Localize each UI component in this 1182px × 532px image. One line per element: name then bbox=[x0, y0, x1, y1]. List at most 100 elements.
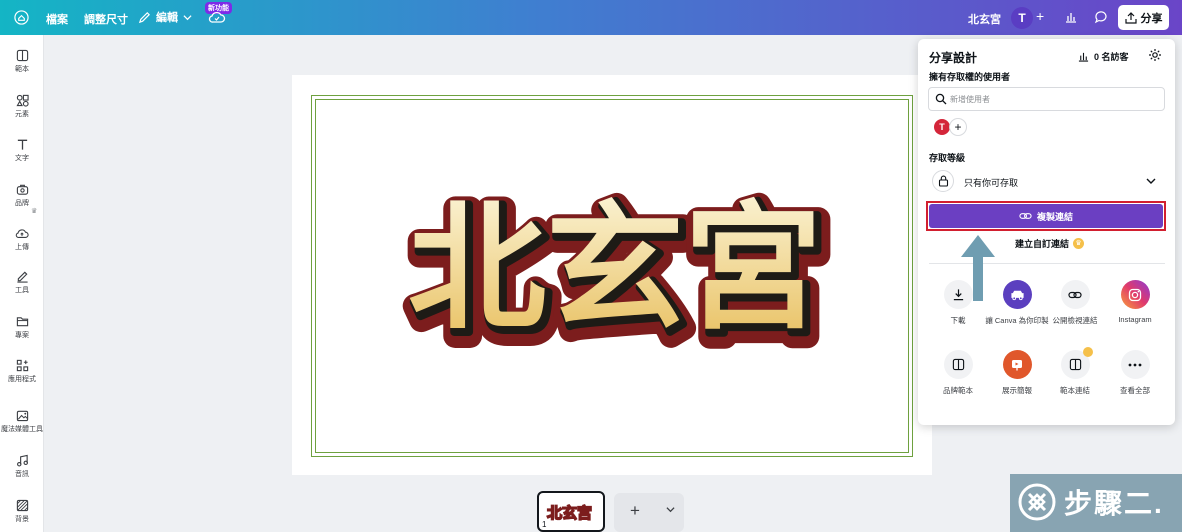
option-label: Instagram bbox=[1118, 315, 1152, 324]
comment-icon[interactable] bbox=[1094, 10, 1108, 24]
sidebar-item-magic-media[interactable]: 魔法媒體工具 bbox=[0, 409, 44, 434]
magic-media-icon bbox=[16, 410, 28, 422]
share-option-see-all[interactable]: 查看全部 bbox=[1100, 350, 1170, 396]
edit-menu[interactable]: 編輯 bbox=[138, 9, 192, 25]
chevron-down-icon[interactable] bbox=[666, 505, 675, 514]
draw-icon bbox=[16, 271, 28, 283]
instagram-icon bbox=[1120, 280, 1150, 309]
template-icon bbox=[16, 49, 28, 62]
insights-icon bbox=[1078, 52, 1089, 62]
sidebar-item-uploads[interactable]: 上傳 bbox=[0, 227, 44, 252]
access-level-select[interactable]: 只有你可存取 bbox=[930, 169, 1165, 194]
sidebar-item-label: 應用程式 bbox=[8, 376, 36, 383]
sidebar-item-text[interactable]: 文字 bbox=[0, 138, 44, 163]
folder-icon bbox=[16, 317, 28, 327]
chevron-down-icon bbox=[183, 14, 192, 20]
thumbnail-text: 北玄宮 bbox=[546, 504, 593, 523]
add-collaborator-icon[interactable]: + bbox=[1036, 8, 1044, 24]
access-level-label: 存取等級 bbox=[929, 153, 966, 163]
visitor-count[interactable]: 0 名訪客 bbox=[1078, 50, 1129, 63]
share-label: 分享 bbox=[1140, 12, 1163, 25]
add-user-input[interactable] bbox=[950, 91, 1150, 107]
sidebar-item-label: 工具 bbox=[15, 287, 29, 294]
page-number: 1 bbox=[542, 520, 547, 529]
sidebar-item-label: 上傳 bbox=[15, 244, 29, 251]
add-user-field[interactable] bbox=[928, 87, 1165, 111]
sidebar-item-label: 背景 bbox=[15, 516, 29, 523]
share-option-instagram[interactable]: Instagram bbox=[1100, 280, 1170, 324]
design-name[interactable]: 北玄宮 bbox=[968, 11, 1001, 27]
top-toolbar: 檔案 調整尺寸 編輯 新功能 北玄宮 T + 分享 bbox=[0, 0, 1182, 35]
option-label: 公開檢視連結 bbox=[1052, 316, 1098, 325]
cloud-save-icon[interactable] bbox=[208, 9, 226, 25]
sidebar-item-draw[interactable]: 工具 bbox=[0, 270, 44, 295]
plus-icon: + bbox=[630, 501, 640, 520]
edit-label: 編輯 bbox=[156, 12, 178, 24]
text-icon bbox=[17, 139, 27, 150]
background-icon bbox=[16, 499, 28, 512]
share-panel: 分享設計 0 名訪客 擁有存取權的使用者 T + 存取等級 只有你可存取 複製連… bbox=[918, 39, 1175, 425]
visitor-count-label: 0 名訪客 bbox=[1094, 52, 1129, 62]
sidebar-item-label: 文字 bbox=[15, 155, 29, 162]
custom-link-button[interactable]: 建立自訂連結 ♛ bbox=[1015, 237, 1085, 250]
step-label: 步驟二. bbox=[1064, 488, 1164, 519]
title-text-fill: 北玄宮 bbox=[408, 188, 822, 349]
insights-icon[interactable] bbox=[1064, 10, 1078, 24]
share-upload-icon bbox=[1124, 11, 1137, 24]
sidebar-item-background[interactable]: 背景 bbox=[0, 499, 44, 524]
crown-icon: ♛ bbox=[31, 208, 38, 215]
search-icon bbox=[935, 93, 947, 105]
file-menu[interactable]: 檔案 bbox=[46, 11, 68, 27]
sidebar-item-label: 品牌 bbox=[15, 200, 29, 207]
crown-icon: ♛ bbox=[1073, 238, 1085, 249]
option-label: 下載 bbox=[950, 316, 966, 325]
upload-icon bbox=[15, 229, 29, 238]
gear-icon[interactable] bbox=[1148, 48, 1162, 62]
brand-icon bbox=[16, 184, 28, 195]
more-icon bbox=[1120, 350, 1150, 379]
sidebar-item-label: 音訊 bbox=[15, 471, 29, 478]
chevron-down-icon bbox=[1146, 178, 1156, 184]
sidebar-item-apps[interactable]: 應用程式 bbox=[0, 359, 44, 384]
sidebar-item-audio[interactable]: 音訊 bbox=[0, 454, 44, 479]
sidebar-item-elements[interactable]: 元素 bbox=[0, 94, 44, 119]
title-text-graphic[interactable]: 北玄宮 北玄宮 北玄宮 bbox=[387, 187, 847, 357]
page-thumbnail[interactable]: 北玄宮 1 bbox=[537, 491, 605, 532]
design-page[interactable]: 北玄宮 北玄宮 北玄宮 bbox=[292, 75, 932, 475]
sidebar-item-label: 範本 bbox=[15, 66, 29, 73]
brand-template-icon bbox=[943, 350, 973, 379]
share-button[interactable]: 分享 bbox=[1118, 5, 1169, 30]
home-icon[interactable] bbox=[14, 10, 29, 25]
pencil-icon bbox=[138, 11, 150, 23]
copy-link-label: 複製連結 bbox=[1036, 211, 1073, 222]
logo-icon bbox=[1018, 483, 1056, 521]
add-page-button[interactable]: + bbox=[614, 493, 684, 532]
annotation-arrow-icon bbox=[961, 235, 995, 301]
sidebar-item-templates[interactable]: 範本 bbox=[0, 49, 44, 74]
custom-link-label: 建立自訂連結 bbox=[1015, 239, 1070, 249]
crown-badge-icon bbox=[1082, 347, 1093, 357]
sidebar-item-projects[interactable]: 專案 bbox=[0, 315, 44, 340]
present-icon bbox=[1002, 350, 1032, 379]
add-user-button[interactable]: + bbox=[949, 118, 967, 136]
avatar[interactable]: T bbox=[1011, 7, 1033, 29]
step-label-banner: 步驟二. bbox=[1010, 474, 1182, 532]
option-label: 展示簡報 bbox=[1002, 386, 1032, 395]
audio-icon bbox=[16, 454, 28, 467]
share-panel-title: 分享設計 bbox=[929, 51, 978, 65]
sidebar-item-label: 魔法媒體工具 bbox=[1, 426, 43, 433]
link-icon bbox=[1060, 280, 1090, 309]
sidebar-item-label: 專案 bbox=[15, 332, 29, 339]
lock-icon bbox=[932, 170, 954, 192]
elements-icon bbox=[15, 94, 29, 107]
link-icon bbox=[1019, 213, 1032, 219]
option-label: 品牌範本 bbox=[943, 386, 973, 395]
resize-menu[interactable]: 調整尺寸 bbox=[84, 11, 128, 27]
user-avatar[interactable]: T bbox=[934, 119, 950, 135]
access-users-label: 擁有存取權的使用者 bbox=[929, 72, 1011, 82]
sidebar-item-brand[interactable]: 品牌 bbox=[0, 183, 44, 208]
apps-icon bbox=[16, 359, 28, 372]
sidebar-item-label: 元素 bbox=[15, 111, 29, 118]
copy-link-button[interactable]: 複製連結 bbox=[929, 204, 1163, 228]
option-label: 查看全部 bbox=[1120, 386, 1150, 395]
